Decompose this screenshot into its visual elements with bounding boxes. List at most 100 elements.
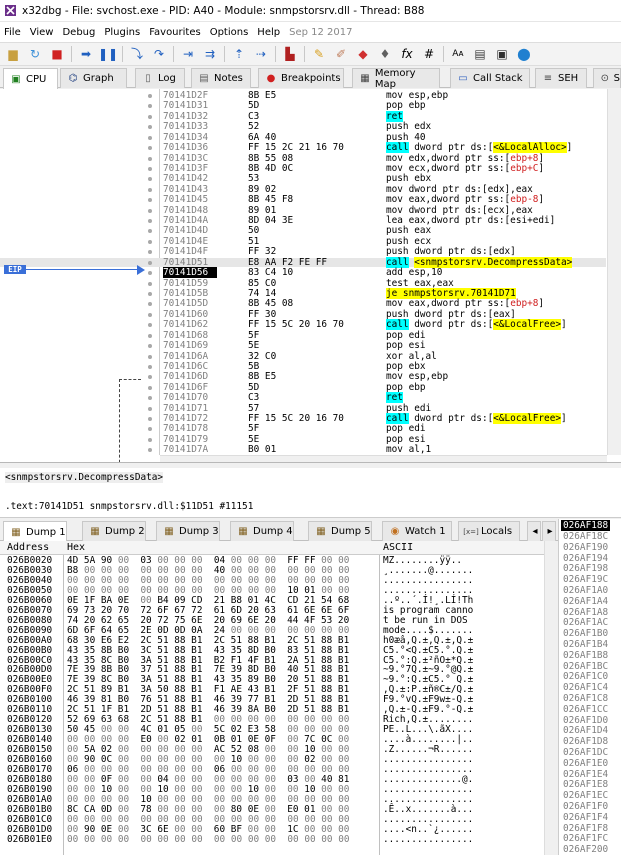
- disassembly-row[interactable]: 70141D36 FF 15 2C 21 16 70 call dword ptr …: [0, 142, 606, 154]
- breakpoint-dot[interactable]: [148, 219, 152, 224]
- breakpoint-dot[interactable]: [148, 406, 152, 411]
- stack-address[interactable]: 026AF1C0: [563, 671, 608, 682]
- stack-address[interactable]: 026AF1B0: [563, 628, 608, 639]
- disassembly-row[interactable]: 70141D62 FF 15 5C 20 16 70 call dword ptr …: [0, 319, 606, 331]
- run-to-user-code-icon[interactable]: ⇢: [253, 46, 269, 62]
- disassembly-vertical-scrollbar[interactable]: [607, 89, 621, 455]
- disassembly-row[interactable]: 70141D34 6A 40 push 40: [0, 132, 606, 143]
- stack-address[interactable]: 026AF1C8: [563, 693, 608, 704]
- run-icon[interactable]: ➡: [78, 46, 94, 62]
- disassembly-horizontal-scrollbar[interactable]: [160, 455, 607, 462]
- settings-icon[interactable]: ▣: [494, 46, 510, 62]
- calculator-icon[interactable]: ▤: [472, 46, 488, 62]
- stack-address[interactable]: 026AF1F0: [563, 801, 608, 812]
- disassembly-row[interactable]: 70141D4D 50 push eax: [0, 225, 606, 236]
- disassembly-row[interactable]: 70141D42 53 push ebx: [0, 173, 606, 184]
- stack-address[interactable]: 026AF1A4: [563, 596, 608, 607]
- stack-address[interactable]: 026AF1FC: [563, 833, 608, 844]
- breakpoint-dot[interactable]: [148, 94, 152, 98]
- tab-scroll-left[interactable]: ◂: [527, 521, 541, 541]
- disassembly-row[interactable]: 70141D45 8B 45 F8 mov eax,dword ptr ss:[eb…: [0, 194, 606, 205]
- font-size-icon[interactable]: Aᴀ: [450, 46, 466, 62]
- breakpoint-dot[interactable]: [148, 208, 152, 213]
- menu-help[interactable]: Help: [257, 27, 280, 38]
- disassembly-row[interactable]: 70141D33 52 push edx: [0, 121, 606, 132]
- breakpoint-dot[interactable]: [148, 281, 152, 286]
- tab-dump-3[interactable]: ▦ Dump 3: [156, 521, 220, 541]
- tab-dump-4[interactable]: ▦ Dump 4: [230, 521, 294, 541]
- tab-breakpoints[interactable]: ● Breakpoints: [258, 68, 344, 88]
- menu-view[interactable]: View: [30, 27, 54, 38]
- stack-address[interactable]: 026AF190: [563, 542, 608, 553]
- disassembly-row[interactable]: 70141D43 89 02 mov dword ptr ds:[edx],eax: [0, 184, 606, 195]
- disassembly-row[interactable]: 70141D4F FF 32 push dword ptr ds:[edx]: [0, 246, 606, 257]
- disassembly-row[interactable]: 70141D6C 5B pop ebx: [0, 361, 606, 372]
- tab-call-stack[interactable]: ▭ Call Stack: [450, 68, 530, 88]
- stack-address[interactable]: 026AF1A0: [563, 585, 608, 596]
- stack-address[interactable]: 026AF1E8: [563, 779, 608, 790]
- breakpoint-dot[interactable]: [148, 104, 152, 109]
- stack-address[interactable]: 026AF1C4: [563, 682, 608, 693]
- breakpoint-dot[interactable]: [148, 239, 152, 244]
- disassembly-row[interactable]: 70141D32 C3 ret: [0, 110, 606, 122]
- breakpoint-dot[interactable]: [148, 198, 152, 203]
- disassembly-row[interactable]: 70141D3F 8B 4D 0C mov ecx,dword ptr ss:[eb…: [0, 163, 606, 174]
- disassembly-row[interactable]: 70141D5D 8B 45 08 mov eax,dword ptr ss:[eb…: [0, 298, 606, 309]
- hash-icon[interactable]: #: [421, 46, 437, 62]
- breakpoint-dot[interactable]: [148, 427, 152, 432]
- breakpoint-dot[interactable]: [148, 146, 152, 151]
- stack-address[interactable]: 026AF1CC: [563, 704, 608, 715]
- disassembly-row[interactable]: 70141D71 57 push edi: [0, 403, 606, 414]
- disassembly-row[interactable]: 70141D5B 74 14 je snmpstorsrv.70141D71: [0, 287, 606, 299]
- tab-cpu[interactable]: ▣ CPU: [3, 68, 58, 89]
- breakpoint-dot[interactable]: [148, 177, 152, 182]
- stack-address[interactable]: 026AF1D8: [563, 736, 608, 747]
- breakpoint-dot[interactable]: [148, 375, 152, 380]
- stack-address[interactable]: 026AF1F4: [563, 812, 608, 823]
- stack-address[interactable]: 026AF194: [563, 553, 608, 564]
- stack-address[interactable]: 026AF200: [563, 844, 608, 855]
- stack-address[interactable]: 026AF1DC: [563, 747, 608, 758]
- stack-address[interactable]: 026AF1EC: [563, 790, 608, 801]
- breakpoint-dot[interactable]: [148, 250, 152, 255]
- disassembly-row[interactable]: 70141D60 FF 30 push dword ptr ds:[eax]: [0, 309, 606, 320]
- menu-favourites[interactable]: Favourites: [149, 27, 201, 38]
- menu-file[interactable]: File: [4, 27, 21, 38]
- breakpoint-dot[interactable]: [148, 364, 152, 369]
- stack-address[interactable]: 026AF1F8: [563, 823, 608, 834]
- stack-address[interactable]: 026AF198: [563, 563, 608, 574]
- step-into-icon[interactable]: ⤵: [129, 46, 145, 62]
- tab-log[interactable]: ▯ Log: [135, 68, 185, 88]
- disassembly-row[interactable]: 70141D3C 8B 55 08 mov edx,dword ptr ss:[eb…: [0, 153, 606, 164]
- breakpoint-dot[interactable]: [148, 354, 152, 359]
- stack-address[interactable]: 026AF1B4: [563, 639, 608, 650]
- trace-into-icon[interactable]: ⇥: [180, 46, 196, 62]
- breakpoint-dot[interactable]: [148, 135, 152, 140]
- tab-dump-2[interactable]: ▦ Dump 2: [82, 521, 146, 541]
- tab-graph[interactable]: ⌬ Graph: [60, 68, 127, 88]
- breakpoint-dot[interactable]: [148, 271, 152, 276]
- stack-address[interactable]: 026AF1D4: [563, 725, 608, 736]
- breakpoint-dot[interactable]: [148, 125, 152, 130]
- breakpoint-dot[interactable]: [148, 156, 152, 161]
- disassembly-row[interactable]: 70141D6A 32 C0 xor al,al: [0, 351, 606, 362]
- menu-debug[interactable]: Debug: [62, 27, 95, 38]
- breakpoint-dot[interactable]: [148, 229, 152, 234]
- breakpoint-dot[interactable]: [148, 260, 152, 265]
- disassembly-row[interactable]: 70141D4A 8D 04 3E lea eax,dword ptr ds:[es…: [0, 215, 606, 226]
- patch-icon[interactable]: ✎: [311, 46, 327, 62]
- breakpoint-dot[interactable]: [148, 333, 152, 338]
- disassembly-view[interactable]: 70141D2F 8B E5 mov esp,ebp 70141D31 5D pop eb…: [0, 89, 621, 463]
- stack-address[interactable]: 026AF1D0: [563, 715, 608, 726]
- tab-locals[interactable]: [x=] Locals: [458, 521, 520, 541]
- disassembly-row[interactable]: 70141D72 FF 15 5C 20 16 70 call dword ptr …: [0, 413, 606, 425]
- step-over-icon[interactable]: ↷: [151, 46, 167, 62]
- disassembly-row[interactable]: 70141D79 5E pop esi: [0, 434, 606, 445]
- breakpoint-dot[interactable]: [148, 302, 152, 307]
- close-icon[interactable]: ■: [49, 46, 65, 62]
- breakpoint-dot[interactable]: [148, 396, 152, 401]
- dump-row[interactable]: 026B01E0 00 00 00 00 00 00 00 00 00 00 00…: [0, 834, 544, 845]
- breakpoint-dot[interactable]: [148, 323, 152, 328]
- stack-address[interactable]: 026AF1B8: [563, 650, 608, 661]
- disassembly-row[interactable]: 70141D4E 51 push ecx: [0, 236, 606, 247]
